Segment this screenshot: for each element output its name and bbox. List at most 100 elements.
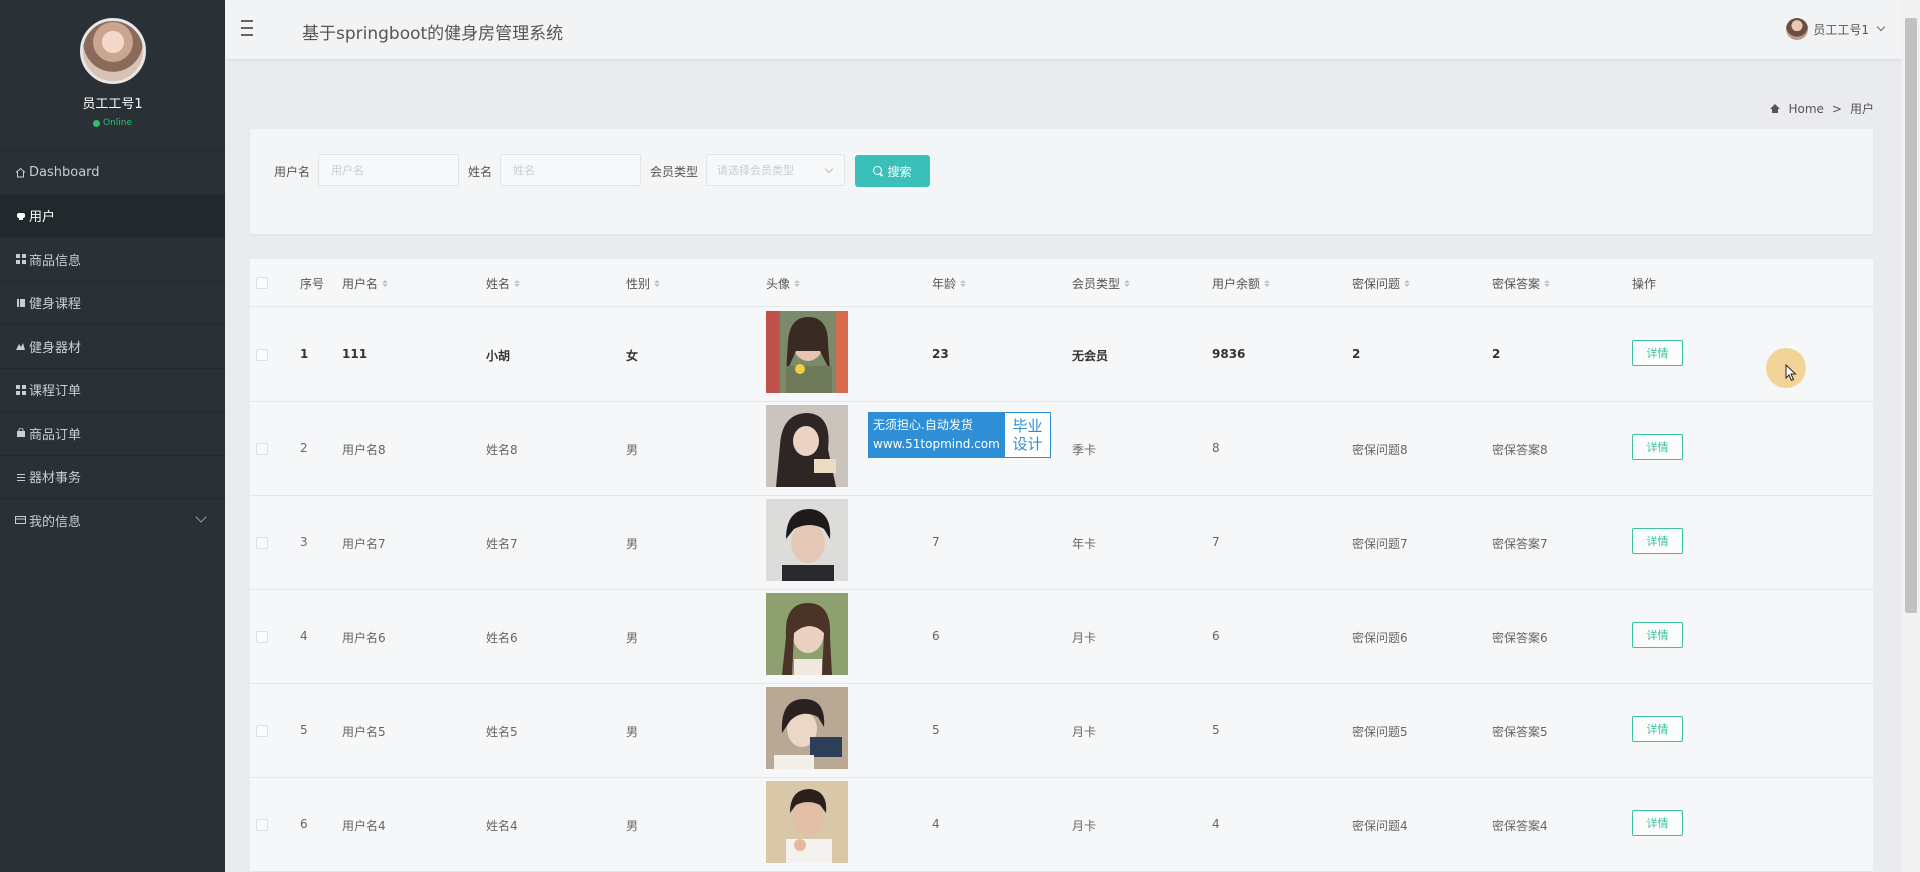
row-checkbox[interactable] xyxy=(256,819,268,831)
sort-icon[interactable] xyxy=(794,280,801,287)
cell-name: 姓名4 xyxy=(486,819,518,833)
cell-gender: 男 xyxy=(626,537,639,551)
col-no-label: 序号 xyxy=(300,277,325,291)
sidebar-item-dashboard[interactable]: Dashboard xyxy=(0,150,225,194)
sidebar-item-products[interactable]: 商品信息 xyxy=(0,237,225,281)
user-menu[interactable]: 员工工号1 xyxy=(1786,18,1886,40)
detail-button[interactable]: 详情 xyxy=(1632,340,1683,366)
profile-name: 员工工号1 xyxy=(82,97,143,112)
cell-username: 用户名4 xyxy=(342,819,386,833)
row-checkbox[interactable] xyxy=(256,349,268,361)
row-checkbox[interactable] xyxy=(256,537,268,549)
sort-icon[interactable] xyxy=(1404,280,1411,287)
detail-button[interactable]: 详情 xyxy=(1632,434,1683,460)
detail-button[interactable]: 详情 xyxy=(1632,716,1683,742)
table-row[interactable]: 6 用户名4 姓名4 男 4 月卡 4 密保问题4 密保答案4 详情 xyxy=(250,778,1873,872)
user-icon xyxy=(15,210,26,221)
sidebar-item-courses[interactable]: 健身课程 xyxy=(0,280,225,325)
col-username[interactable]: 用户名 xyxy=(342,275,389,292)
row-checkbox[interactable] xyxy=(256,725,268,737)
name-label: 姓名 xyxy=(468,165,493,179)
sort-icon[interactable] xyxy=(1124,280,1131,287)
sidebar-item-product-orders[interactable]: 商品订单 xyxy=(0,411,225,455)
profile-panel: 员工工号1 Online xyxy=(0,0,225,150)
cell-name: 小胡 xyxy=(486,349,511,363)
search-panel: 用户名 姓名 会员类型 请选择会员类型 搜索 xyxy=(250,129,1873,234)
name-input[interactable] xyxy=(500,154,641,186)
sidebar-item-label: Dashboard xyxy=(29,164,100,180)
search-button[interactable]: 搜索 xyxy=(855,155,930,187)
watermark-banner: 无须担心.自动发货 www.51topmind.com 毕业 设计 xyxy=(868,412,1051,458)
sidebar-item-label: 健身器材 xyxy=(29,340,82,356)
sort-icon[interactable] xyxy=(382,280,389,287)
col-name[interactable]: 姓名 xyxy=(486,275,521,292)
cell-balance: 7 xyxy=(1212,535,1220,549)
member-type-label: 会员类型 xyxy=(650,165,699,179)
col-age[interactable]: 年龄 xyxy=(932,275,967,292)
card-icon xyxy=(15,515,26,526)
cell-no: 4 xyxy=(300,629,308,643)
table-row[interactable]: 4 用户名6 姓名6 男 6 月卡 6 密保问题6 密保答案6 详情 xyxy=(250,590,1873,684)
online-status: Online xyxy=(0,118,225,128)
col-actions-label: 操作 xyxy=(1632,277,1657,291)
menu-toggle-icon[interactable] xyxy=(241,20,259,36)
col-answer[interactable]: 密保答案 xyxy=(1492,275,1551,292)
detail-button[interactable]: 详情 xyxy=(1632,622,1683,648)
cell-no: 6 xyxy=(300,817,308,831)
col-member-type[interactable]: 会员类型 xyxy=(1072,275,1131,292)
sort-icon[interactable] xyxy=(960,280,967,287)
row-checkbox[interactable] xyxy=(256,443,268,455)
table-row[interactable]: 2 用户名8 姓名8 男 8 季卡 8 密保问题8 密保答案8 详情 xyxy=(250,402,1873,496)
scrollbar[interactable] xyxy=(1902,0,1920,872)
cell-username: 111 xyxy=(342,347,368,361)
bag-icon xyxy=(15,428,26,439)
sidebar-item-label: 商品信息 xyxy=(29,253,82,269)
col-no: 序号 xyxy=(300,275,324,292)
sidebar-item-equipment[interactable]: 健身器材 xyxy=(0,324,225,368)
avatar xyxy=(1786,18,1809,40)
watermark-left: 无须担心.自动发货 www.51topmind.com xyxy=(869,413,1005,457)
row-checkbox[interactable] xyxy=(256,631,268,643)
col-balance[interactable]: 用户余额 xyxy=(1212,275,1271,292)
table-row[interactable]: 1 111 小胡 女 23 无会员 9836 2 2 详情 xyxy=(250,308,1873,402)
user-photo xyxy=(766,311,848,393)
cell-answer: 密保答案7 xyxy=(1492,537,1548,551)
sidebar-item-my-info[interactable]: 我的信息 xyxy=(0,498,225,542)
scrollbar-thumb[interactable] xyxy=(1905,18,1917,613)
sidebar-item-equipment-affairs[interactable]: 器材事务 xyxy=(0,454,225,499)
col-question[interactable]: 密保问题 xyxy=(1352,275,1411,292)
col-balance-label: 用户余额 xyxy=(1212,277,1261,291)
avatar[interactable] xyxy=(79,18,146,84)
sort-icon[interactable] xyxy=(1264,280,1271,287)
col-gender-label: 性别 xyxy=(626,277,651,291)
username-input[interactable] xyxy=(318,154,459,186)
cell-no: 1 xyxy=(300,347,309,361)
sort-icon[interactable] xyxy=(514,280,521,287)
col-actions: 操作 xyxy=(1632,275,1656,292)
sidebar-item-course-orders[interactable]: 课程订单 xyxy=(0,367,225,412)
table-row[interactable]: 3 用户名7 姓名7 男 7 年卡 7 密保问题7 密保答案7 详情 xyxy=(250,496,1873,590)
detail-button[interactable]: 详情 xyxy=(1632,810,1683,836)
col-avatar[interactable]: 头像 xyxy=(766,275,801,292)
cell-member-type: 月卡 xyxy=(1072,819,1097,833)
sort-icon[interactable] xyxy=(654,280,661,287)
col-gender[interactable]: 性别 xyxy=(626,275,661,292)
col-answer-label: 密保答案 xyxy=(1492,277,1541,291)
sort-icon[interactable] xyxy=(1544,280,1551,287)
col-question-label: 密保问题 xyxy=(1352,277,1401,291)
cell-answer: 密保答案8 xyxy=(1492,443,1548,457)
breadcrumb-home[interactable]: Home xyxy=(1788,102,1823,116)
cell-name: 姓名7 xyxy=(486,537,518,551)
cell-gender: 男 xyxy=(626,443,639,457)
grid-icon xyxy=(15,254,26,265)
cell-username: 用户名8 xyxy=(342,443,386,457)
sidebar-item-users[interactable]: 用户 xyxy=(0,193,225,237)
detail-button[interactable]: 详情 xyxy=(1632,528,1683,554)
select-all-checkbox[interactable] xyxy=(256,277,268,289)
member-type-select[interactable]: 请选择会员类型 xyxy=(706,154,845,186)
username-label: 用户名 xyxy=(274,165,311,179)
cell-no: 3 xyxy=(300,535,308,549)
cell-balance: 5 xyxy=(1212,723,1220,737)
cell-gender: 女 xyxy=(626,349,639,363)
table-row[interactable]: 5 用户名5 姓名5 男 5 月卡 5 密保问题5 密保答案5 详情 xyxy=(250,684,1873,778)
